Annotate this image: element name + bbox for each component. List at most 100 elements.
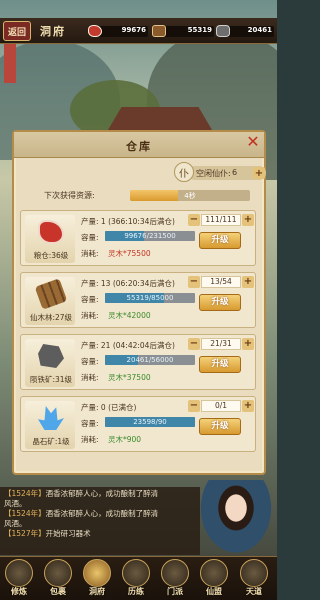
servant-stepper: − 111/111 + (188, 214, 254, 226)
capacity-value: 20461/56000 (126, 356, 174, 364)
nav-sect[interactable]: 门派 (158, 559, 192, 599)
capacity-bar: 23598/90 (105, 417, 195, 427)
cost-value: 灵木*42000 (108, 311, 151, 320)
cost-label: 消耗: (81, 373, 99, 382)
cost-label: 消耗: (81, 311, 99, 320)
resource-meat: 99676 (88, 25, 148, 38)
nav-label: 天道 (246, 587, 262, 596)
log-line: 【1524年】酒香浓郁醉人心，成功酿制了醉清 (4, 509, 159, 518)
log-line: 风酒。 (4, 499, 27, 508)
dialog-title: 仓库 (126, 140, 152, 153)
heaven-icon (240, 559, 268, 587)
upgrade-button[interactable]: 升级 (199, 356, 241, 373)
wood-icon (34, 278, 68, 310)
character-portrait (195, 480, 277, 560)
next-resource-progress: 4秒 (130, 190, 250, 201)
nav-label: 仙盟 (206, 587, 222, 596)
ore-icon (38, 344, 64, 368)
cost-label: 消耗: (81, 435, 99, 444)
log-line: 【1524年】酒香浓郁醉人心，成功酿制了醉清 (4, 489, 159, 498)
nav-bag[interactable]: 包裹 (41, 559, 75, 599)
cost-value: 灵木*37500 (108, 373, 151, 382)
nav-cave[interactable]: 洞府 (80, 559, 114, 599)
sect-icon (161, 559, 189, 587)
event-log[interactable]: 【1524年】酒香浓郁醉人心，成功酿制了醉清 风酒。 【1524年】酒香浓郁醉人… (0, 487, 200, 555)
building-icon-box: 仙木林:27级 (25, 277, 75, 325)
decrease-button[interactable]: − (188, 214, 200, 226)
building-card-forest: 仙木林:27级 产量: 13 (06:20:34后满仓) 容量: 55319/8… (20, 272, 256, 328)
cost-label: 消耗: (81, 249, 99, 258)
bottom-nav: 修炼 包裹 洞府 历练 门派 仙盟 天道 (0, 556, 277, 600)
building-icon-box: 晶石矿:1级 (25, 401, 75, 449)
stepper-value: 13/54 (201, 276, 241, 288)
nav-alliance[interactable]: 仙盟 (197, 559, 231, 599)
cost-value: 灵木*75500 (108, 249, 151, 258)
increase-button[interactable]: + (242, 338, 254, 350)
log-line: 风酒。 (4, 519, 27, 528)
building-name: 粮仓:36级 (33, 251, 69, 260)
capacity-label: 容量: (81, 419, 99, 428)
nav-heaven[interactable]: 天道 (237, 559, 271, 599)
building-card-crystalmine: 晶石矿:1级 产量: 0 (已满仓) 容量: 23598/90 消耗: 灵木*9… (20, 396, 256, 452)
close-button[interactable]: ✕ (245, 134, 261, 150)
alliance-icon (200, 559, 228, 587)
idle-count: 6 (232, 168, 238, 177)
building-icon-box: 粮仓:36级 (25, 215, 75, 263)
nav-label: 包裹 (50, 587, 66, 596)
add-servant-button[interactable]: + (253, 167, 265, 179)
wood-icon (152, 25, 166, 37)
resource-ore-value: 20461 (247, 26, 272, 34)
meat-icon (38, 220, 64, 244)
idle-label: 空闲仙仆: (196, 169, 231, 178)
building-card-ironmine: 陨铁矿:31级 产量: 21 (04:42:04后满仓) 容量: 20461/5… (20, 334, 256, 390)
nav-cultivate[interactable]: 修炼 (2, 559, 36, 599)
log-line: 【1527年】开始研习器术 (4, 529, 91, 538)
dialog-header: 仓库 ✕ (14, 132, 264, 158)
capacity-label: 容量: (81, 295, 99, 304)
upgrade-button[interactable]: 升级 (199, 418, 241, 435)
stepper-value: 21/31 (201, 338, 241, 350)
capacity-label: 容量: (81, 233, 99, 242)
cave-icon (83, 559, 111, 587)
capacity-bar: 20461/56000 (105, 355, 195, 365)
resource-wood: 55319 (152, 25, 214, 38)
nav-adventure[interactable]: 历练 (119, 559, 153, 599)
increase-button[interactable]: + (242, 276, 254, 288)
increase-button[interactable]: + (242, 214, 254, 226)
nav-label: 洞府 (89, 587, 105, 596)
building-name: 仙木林:27级 (29, 313, 73, 322)
capacity-value: 23598/90 (133, 418, 167, 426)
resource-meat-value: 99676 (121, 26, 146, 34)
crystal-icon (38, 406, 64, 430)
resource-ore: 20461 (216, 25, 274, 38)
top-bar: 返回 洞府 99676 55319 20461 (0, 18, 277, 44)
building-name: 陨铁矿:31级 (29, 375, 73, 384)
next-resource-label: 下次获得资源: (44, 191, 95, 200)
resource-wood-value: 55319 (187, 26, 212, 34)
cost-value: 灵木*900 (108, 435, 142, 444)
warehouse-dialog: 仓库 ✕ 仆 空闲仙仆: 6 + 下次获得资源: 4秒 粮仓:36级 产量: 1… (12, 130, 266, 475)
upgrade-button[interactable]: 升级 (199, 294, 241, 311)
decrease-button[interactable]: − (188, 338, 200, 350)
building-name: 晶石矿:1级 (32, 437, 70, 446)
bag-icon (44, 559, 72, 587)
nav-label: 历练 (128, 587, 144, 596)
building-icon-box: 陨铁矿:31级 (25, 339, 75, 387)
stepper-value: 111/111 (201, 214, 241, 226)
page-title: 洞府 (40, 25, 66, 38)
decrease-button[interactable]: − (188, 400, 200, 412)
capacity-bar: 99676/231500 (105, 231, 195, 241)
upgrade-button[interactable]: 升级 (199, 232, 241, 249)
cultivate-icon (5, 559, 33, 587)
servant-stepper: − 13/54 + (188, 276, 254, 288)
increase-button[interactable]: + (242, 400, 254, 412)
back-button[interactable]: 返回 (3, 21, 31, 41)
decrease-button[interactable]: − (188, 276, 200, 288)
capacity-value: 99676/231500 (124, 232, 176, 240)
servant-icon: 仆 (174, 162, 194, 182)
capacity-value: 55319/85000 (126, 294, 174, 302)
output-text: 产量: 0 (已满仓) (81, 403, 137, 412)
nav-label: 门派 (167, 587, 183, 596)
output-text: 产量: 21 (04:42:04后满仓) (81, 341, 175, 350)
ore-icon (216, 25, 230, 37)
